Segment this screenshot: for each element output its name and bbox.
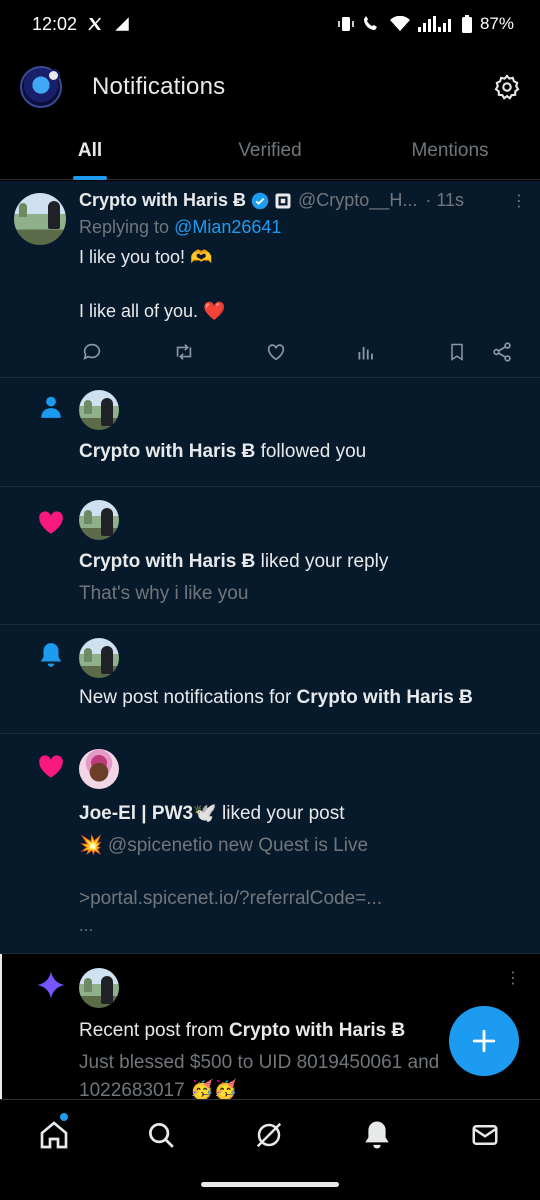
profile-avatar[interactable] (20, 66, 62, 108)
avatar[interactable] (79, 638, 119, 678)
reply-tweet[interactable]: Crypto with Haris Ƀ @Crypto__H... · 11s … (0, 181, 540, 378)
action-text: liked your reply (255, 551, 389, 572)
tab-mentions[interactable]: Mentions (360, 126, 540, 179)
user-name[interactable]: Crypto with Haris Ƀ (229, 1020, 405, 1041)
tweet-line-1: I like you too! 🫶 (79, 247, 213, 267)
liked-content: That's why i like you (79, 583, 249, 604)
user-name[interactable]: Crypto with Haris Ƀ (79, 441, 255, 462)
compose-post-button[interactable] (449, 1006, 519, 1076)
avatar[interactable] (79, 500, 119, 540)
user-name[interactable]: Crypto with Haris Ƀ (297, 687, 473, 708)
user-name[interactable]: Joe-El | PW3🕊️ (79, 803, 217, 824)
action-text: followed you (255, 441, 367, 462)
avatar[interactable] (79, 390, 119, 430)
action-text: Recent post from (79, 1020, 229, 1041)
bell-icon (36, 640, 66, 670)
page-title: Notifications (92, 73, 226, 100)
notification-text: Crypto with Haris Ƀ liked your reply (79, 551, 526, 573)
top-app-bar: Notifications (0, 48, 540, 126)
gesture-home-bar[interactable] (201, 1182, 339, 1187)
tweet-actions (79, 339, 519, 367)
sparkle-icon (36, 970, 66, 1000)
share-icon[interactable] (489, 339, 515, 365)
author-handle: @Crypto__H... (298, 190, 418, 210)
more-options-icon[interactable]: ⋮ (511, 191, 527, 211)
home-unread-dot (60, 1113, 68, 1121)
plus-icon (472, 1029, 496, 1053)
battery-icon (461, 15, 472, 33)
tab-all[interactable]: All (0, 126, 180, 180)
notification-text: New post notifications for Crypto with H… (79, 687, 526, 709)
liked-content-line-1: 💥 @spicenetio new Quest is Live (79, 835, 369, 856)
wifi-call-icon (362, 16, 382, 32)
notifications-feed[interactable]: Crypto with Haris Ƀ @Crypto__H... · 11s … (0, 181, 540, 1099)
home-icon[interactable] (37, 1118, 71, 1152)
heart-icon (36, 507, 66, 537)
notification-tabs: All Verified Mentions (0, 126, 540, 180)
search-icon[interactable] (144, 1118, 178, 1152)
retweet-icon[interactable] (171, 339, 197, 365)
tweet-text: I like you too! 🫶 I like all of you. ❤️ (79, 244, 526, 324)
messages-icon[interactable] (468, 1118, 502, 1152)
wifi-icon (389, 16, 410, 32)
tweet-line-2: I like all of you. ❤️ (79, 301, 226, 321)
replying-to: Replying to @Mian26641 (79, 217, 526, 238)
settings-gear-icon[interactable] (492, 72, 522, 102)
liked-content-line-3: ... (79, 916, 94, 935)
mention-link[interactable]: @Mian26641 (174, 217, 281, 237)
tab-verified[interactable]: Verified (180, 126, 360, 179)
user-name[interactable]: Crypto with Haris Ƀ (79, 551, 255, 572)
avatar[interactable] (14, 193, 66, 245)
person-icon (36, 392, 66, 422)
bookmark-icon[interactable] (444, 339, 470, 365)
views-icon[interactable] (353, 339, 379, 365)
status-time: 12:02 (32, 13, 78, 34)
signal-icon (417, 16, 454, 32)
timestamp: · 11s (425, 190, 465, 210)
battery-level: 87% (479, 14, 514, 33)
grok-icon[interactable] (252, 1118, 286, 1152)
new-post-notification[interactable]: New post notifications for Crypto with H… (0, 625, 540, 734)
reply-icon[interactable] (79, 339, 105, 365)
liked-content-line-2: >portal.spicenet.io/?referralCode=... (79, 888, 383, 909)
follow-notification[interactable]: Crypto with Haris Ƀ followed you (0, 378, 540, 487)
avatar[interactable] (79, 749, 119, 789)
x-logo-icon (87, 16, 103, 32)
like-notification[interactable]: Crypto with Haris Ƀ liked your reply Tha… (0, 487, 540, 625)
notifications-bell-icon[interactable] (360, 1118, 394, 1152)
author-name[interactable]: Crypto with Haris Ƀ (79, 190, 246, 211)
post-preview-line-2: 1022683017 🥳🥳 (79, 1080, 238, 1099)
affiliate-badge-icon (275, 193, 291, 208)
like-icon[interactable] (263, 339, 289, 365)
notification-text: Joe-El | PW3🕊️ liked your post (79, 801, 526, 825)
more-options-icon[interactable]: ⋮ (505, 968, 521, 988)
like-notification[interactable]: Joe-El | PW3🕊️ liked your post 💥 @spicen… (0, 734, 540, 954)
notification-text: Crypto with Haris Ƀ followed you (79, 441, 526, 463)
heart-icon (36, 751, 66, 781)
signal-boost-icon (113, 15, 131, 33)
verified-badge-icon (251, 192, 269, 209)
avatar[interactable] (79, 968, 119, 1008)
replying-prefix: Replying to (79, 217, 175, 237)
action-text: New post notifications for (79, 687, 297, 708)
vibrate-icon (338, 15, 354, 33)
status-bar: 12:02 87% (0, 0, 540, 48)
action-text: liked your post (216, 803, 345, 824)
